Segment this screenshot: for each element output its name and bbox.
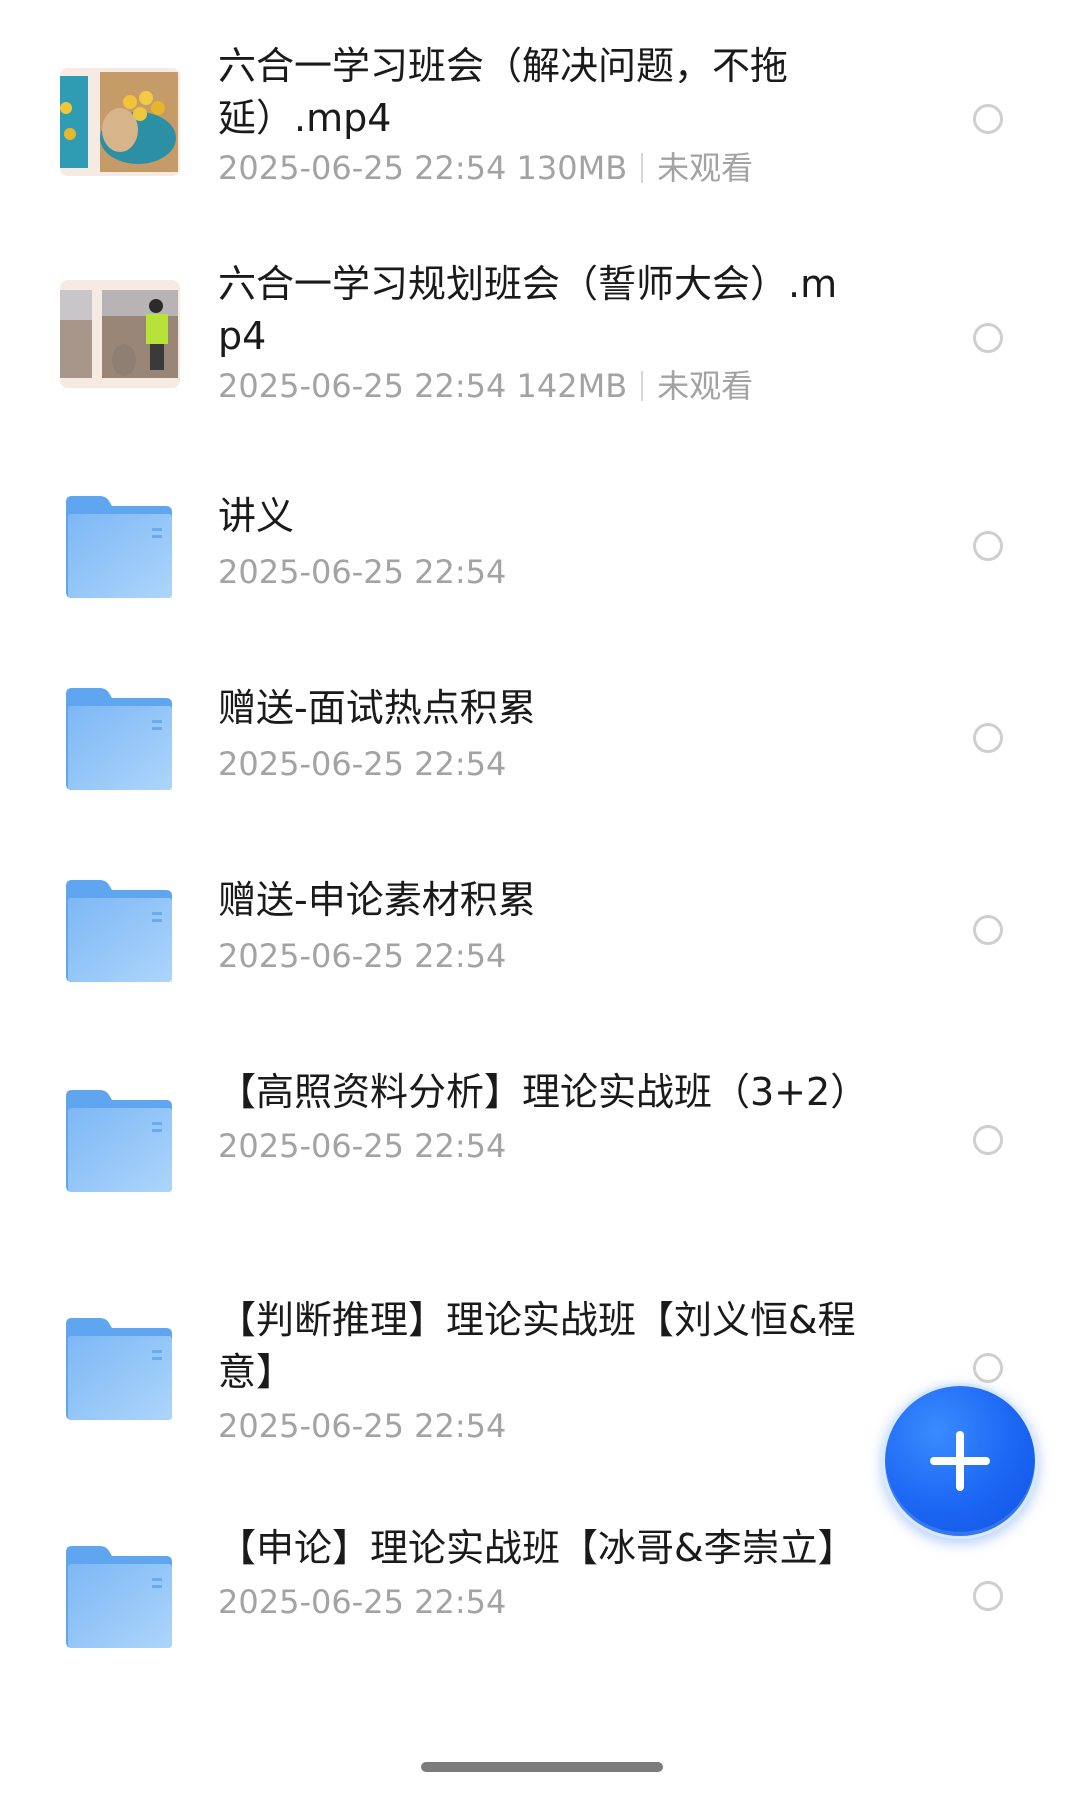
folder-title: 赠送-面试热点积累 bbox=[218, 686, 536, 730]
file-date: 2025-06-25 22:54 bbox=[218, 367, 507, 405]
folder-icon bbox=[66, 880, 172, 982]
file-row-video-1[interactable]: 六合一学习班会（解决问题，不拖延）.mp4 2025-06-25 22:54 1… bbox=[0, 40, 1080, 210]
select-radio[interactable] bbox=[973, 1581, 1003, 1611]
select-radio[interactable] bbox=[973, 1125, 1003, 1155]
file-title: 六合一学习规划班会（誓师大会）.mp4 bbox=[218, 262, 838, 358]
file-text: 讲义 2025-06-25 22:54 bbox=[218, 490, 858, 594]
folder-date: 2025-06-25 22:54 bbox=[218, 1407, 507, 1445]
folder-date: 2025-06-25 22:54 bbox=[218, 1583, 507, 1621]
meta-divider bbox=[641, 153, 644, 183]
folder-date: 2025-06-25 22:54 bbox=[218, 1127, 507, 1165]
folder-row[interactable]: 【高照资料分析】理论实战班（3+2） 2025-06-25 22:54 bbox=[0, 1066, 1080, 1236]
select-radio[interactable] bbox=[973, 723, 1003, 753]
file-text: 【高照资料分析】理论实战班（3+2） 2025-06-25 22:54 bbox=[218, 1066, 869, 1168]
folder-icon bbox=[66, 1546, 172, 1648]
home-indicator[interactable] bbox=[421, 1762, 663, 1772]
folder-icon bbox=[66, 496, 172, 598]
folder-row[interactable]: 讲义 2025-06-25 22:54 bbox=[0, 490, 1080, 610]
folder-icon bbox=[66, 1090, 172, 1192]
file-meta: 2025-06-25 22:54 142MB 未观看 bbox=[218, 364, 858, 408]
select-radio[interactable] bbox=[973, 915, 1003, 945]
meta-divider bbox=[641, 371, 644, 401]
file-meta: 2025-06-25 22:54 130MB 未观看 bbox=[218, 146, 858, 190]
file-size: 142MB bbox=[516, 367, 628, 405]
video-thumbnail-outdoor-icon bbox=[60, 280, 180, 388]
file-text: 赠送-申论素材积累 2025-06-25 22:54 bbox=[218, 874, 858, 978]
file-title: 六合一学习班会（解决问题，不拖延）.mp4 bbox=[218, 44, 789, 140]
folder-title: 讲义 bbox=[218, 494, 295, 538]
folder-title: 【申论】理论实战班【冰哥&李崇立】 bbox=[218, 1526, 856, 1570]
file-date: 2025-06-25 22:54 bbox=[218, 149, 507, 187]
folder-title: 【高照资料分析】理论实战班（3+2） bbox=[218, 1070, 869, 1114]
video-thumbnail bbox=[60, 68, 180, 176]
select-radio[interactable] bbox=[973, 1353, 1003, 1383]
select-radio[interactable] bbox=[973, 531, 1003, 561]
watch-status: 未观看 bbox=[657, 149, 754, 187]
folder-row[interactable]: 【申论】理论实战班【冰哥&李崇立】 2025-06-25 22:54 bbox=[0, 1522, 1080, 1692]
watch-status: 未观看 bbox=[657, 367, 754, 405]
file-text: 六合一学习规划班会（誓师大会）.mp4 2025-06-25 22:54 142… bbox=[218, 258, 858, 408]
video-thumbnail bbox=[60, 280, 180, 388]
file-text: 六合一学习班会（解决问题，不拖延）.mp4 2025-06-25 22:54 1… bbox=[218, 40, 858, 190]
file-text: 【申论】理论实战班【冰哥&李崇立】 2025-06-25 22:54 bbox=[218, 1522, 858, 1624]
folder-row[interactable]: 赠送-面试热点积累 2025-06-25 22:54 bbox=[0, 682, 1080, 802]
folder-row[interactable]: 赠送-申论素材积累 2025-06-25 22:54 bbox=[0, 874, 1080, 994]
video-thumbnail-dog-icon bbox=[60, 68, 180, 176]
add-fab-button[interactable] bbox=[882, 1383, 1038, 1539]
file-row-video-2[interactable]: 六合一学习规划班会（誓师大会）.mp4 2025-06-25 22:54 142… bbox=[0, 260, 1080, 430]
folder-date: 2025-06-25 22:54 bbox=[218, 937, 507, 975]
folder-date: 2025-06-25 22:54 bbox=[218, 745, 507, 783]
folder-title: 【判断推理】理论实战班【刘义恒&程意】 bbox=[218, 1298, 856, 1394]
folder-icon bbox=[66, 1318, 172, 1420]
file-text: 【判断推理】理论实战班【刘义恒&程意】 2025-06-25 22:54 bbox=[218, 1294, 858, 1448]
folder-date: 2025-06-25 22:54 bbox=[218, 553, 507, 591]
folder-icon bbox=[66, 688, 172, 790]
select-radio[interactable] bbox=[973, 104, 1003, 134]
file-size: 130MB bbox=[516, 149, 628, 187]
file-text: 赠送-面试热点积累 2025-06-25 22:54 bbox=[218, 682, 858, 786]
select-radio[interactable] bbox=[973, 323, 1003, 353]
folder-title: 赠送-申论素材积累 bbox=[218, 878, 536, 922]
